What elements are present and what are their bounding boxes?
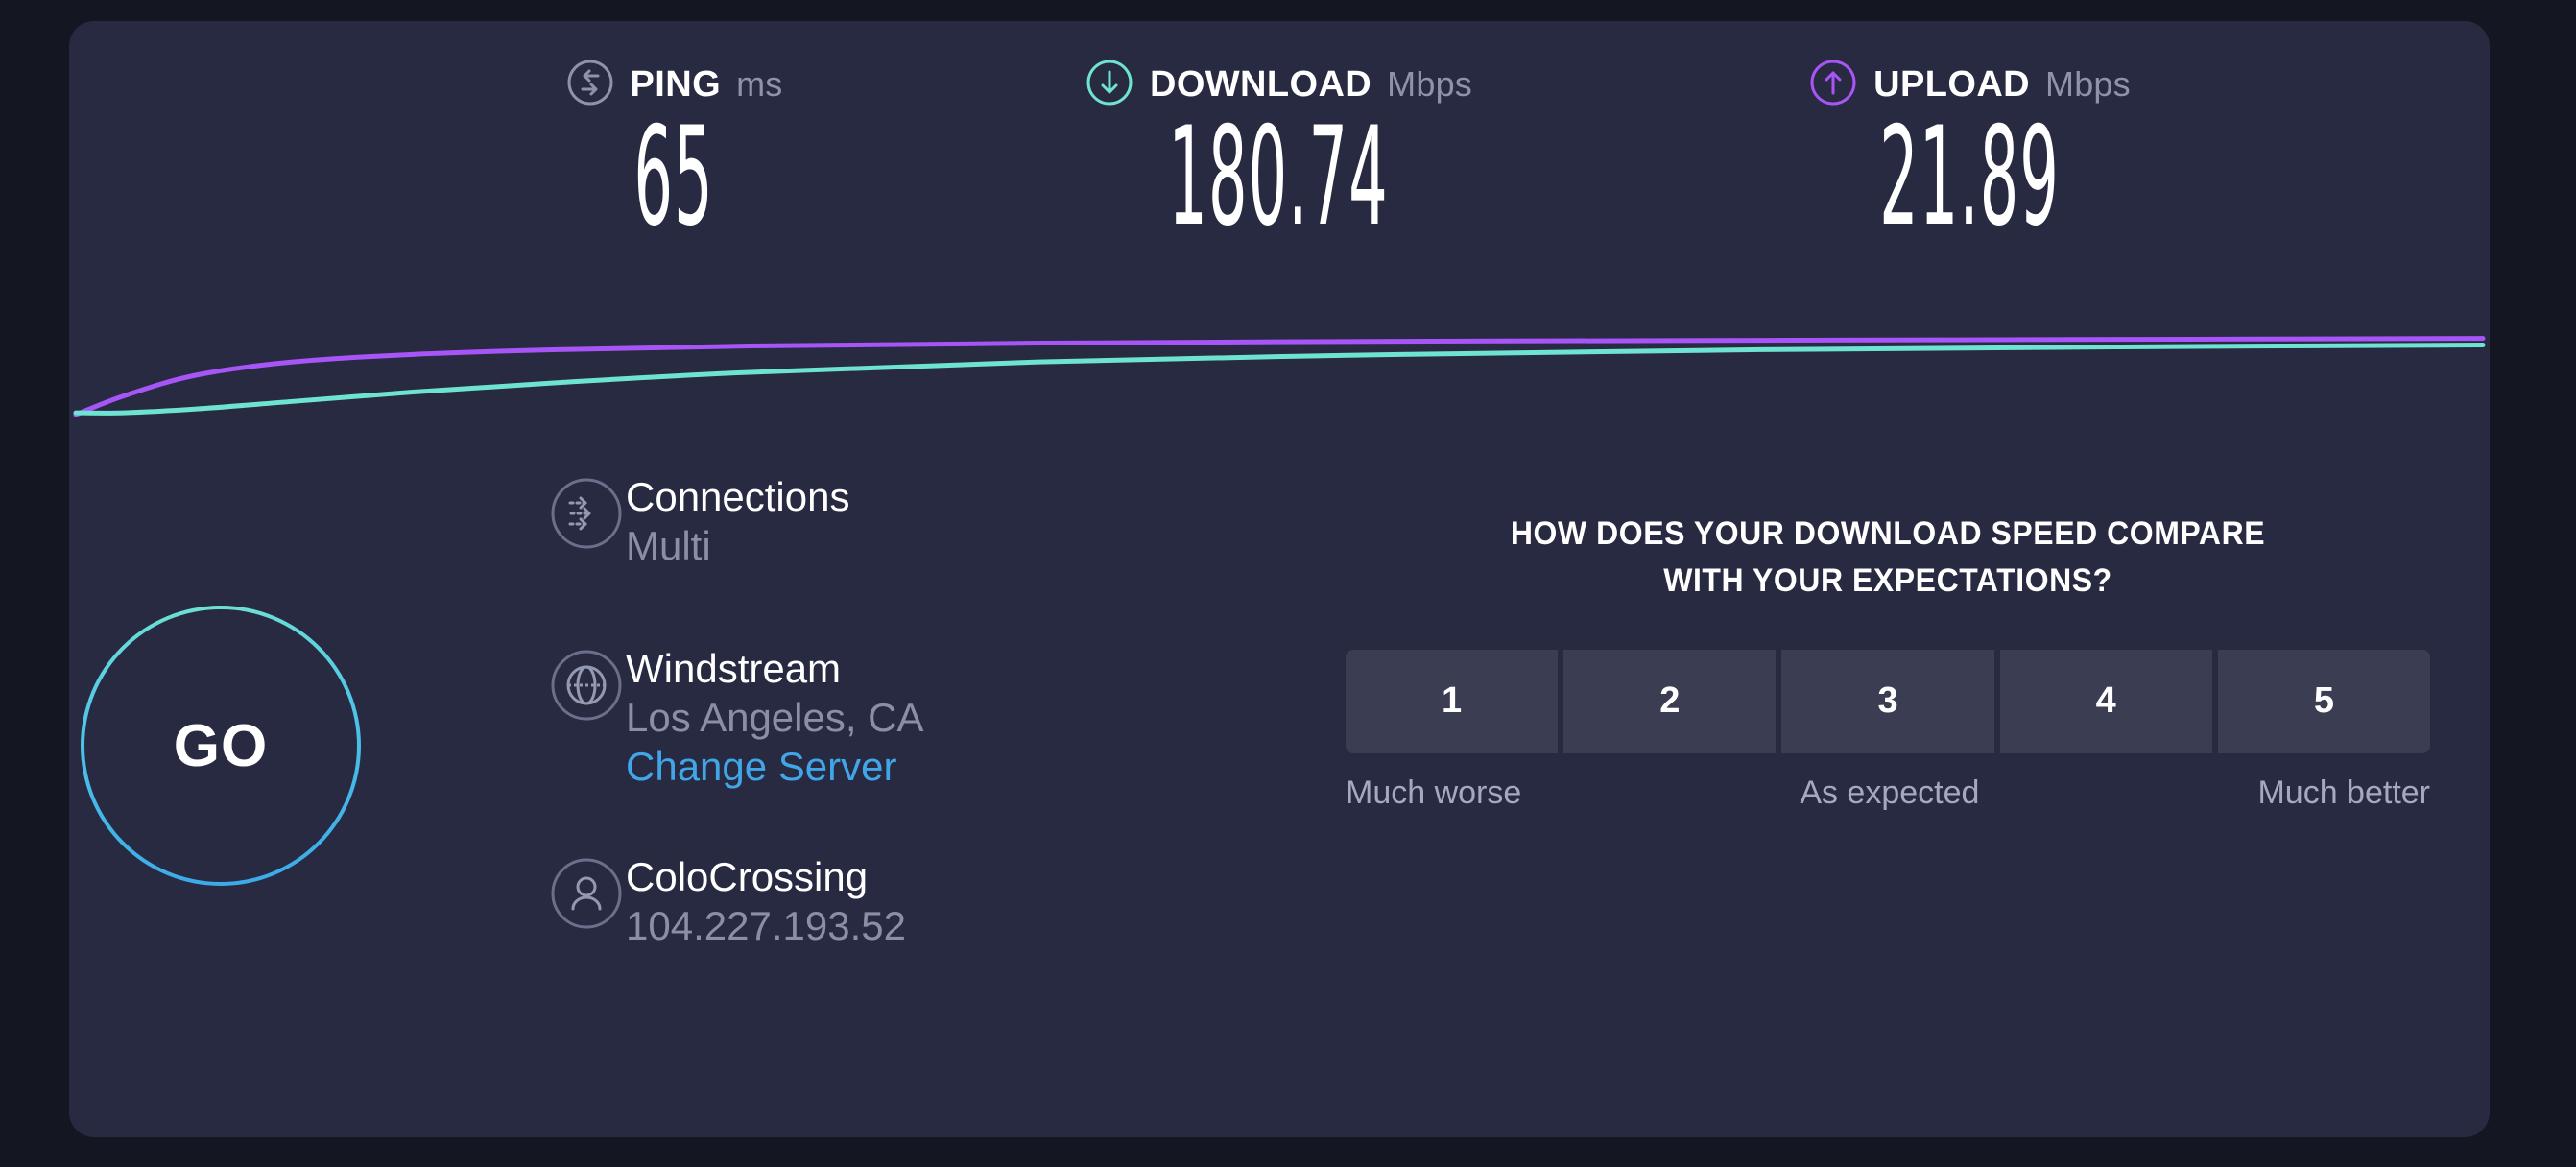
server-location: Los Angeles, CA xyxy=(626,695,924,741)
speedtest-screen: PING ms 65 DOWNLOAD Mbps 180.74 UPLOAD M… xyxy=(0,0,2576,1167)
speedtest-card: PING ms 65 DOWNLOAD Mbps 180.74 UPLOAD M… xyxy=(69,21,2490,1137)
graph-line-upload xyxy=(73,336,2486,417)
connections-arrows-icon xyxy=(547,474,626,553)
connection-info: Connections Multi Windstream Los Angeles… xyxy=(482,443,1154,948)
survey-panel: HOW DOES YOUR DOWNLOAD SPEED COMPARE WIT… xyxy=(1346,511,2431,812)
info-row-server: Windstream Los Angeles, CA Change Server xyxy=(482,644,1154,792)
rating-scale-labels: Much worse As expected Much better xyxy=(1346,774,2430,812)
go-button[interactable]: GO xyxy=(81,606,361,886)
upload-arrow-icon xyxy=(1808,58,1858,112)
metric-download: DOWNLOAD Mbps 180.74 xyxy=(933,58,1624,249)
speed-graph xyxy=(69,309,2490,424)
info-row-connections: Connections Multi xyxy=(482,472,1154,572)
go-button-label: GO xyxy=(173,712,269,779)
rating-button-2[interactable]: 2 xyxy=(1563,649,1777,753)
rating-button-5[interactable]: 5 xyxy=(2217,649,2431,753)
connections-value: Multi xyxy=(626,523,711,569)
survey-title-line2: WITH YOUR EXPECTATIONS? xyxy=(1663,562,2112,600)
connections-label: Connections xyxy=(626,474,850,519)
metric-download-value: 180.74 xyxy=(1168,98,1389,256)
person-icon xyxy=(547,854,626,933)
info-row-client: ColoCrossing 104.227.193.52 xyxy=(482,852,1154,952)
client-name: ColoCrossing xyxy=(626,853,869,899)
client-ip: 104.227.193.52 xyxy=(626,902,906,948)
scale-label-high: Much better xyxy=(2257,774,2430,811)
rating-button-4[interactable]: 4 xyxy=(1999,649,2212,753)
globe-icon xyxy=(547,646,626,725)
results-panel: PING ms 65 DOWNLOAD Mbps 180.74 UPLOAD M… xyxy=(69,21,2490,338)
change-server-link[interactable]: Change Server xyxy=(626,742,1154,791)
scale-label-mid: As expected xyxy=(1800,774,1980,811)
ping-arrows-icon xyxy=(565,58,615,112)
rating-button-1[interactable]: 1 xyxy=(1346,649,1559,753)
metric-download-unit: Mbps xyxy=(1387,64,1472,104)
metric-ping: PING ms 65 xyxy=(472,58,875,249)
download-arrow-icon xyxy=(1085,58,1134,112)
rating-buttons: 1 2 3 4 5 xyxy=(1346,649,2431,753)
rating-button-3[interactable]: 3 xyxy=(1781,649,1994,753)
survey-title: HOW DOES YOUR DOWNLOAD SPEED COMPARE WIT… xyxy=(1378,511,2397,606)
scale-label-low: Much worse xyxy=(1346,774,1522,811)
metric-ping-value: 65 xyxy=(633,98,714,256)
go-button-wrapper: GO xyxy=(77,602,365,890)
survey-title-line1: HOW DOES YOUR DOWNLOAD SPEED COMPARE xyxy=(1510,515,2266,552)
server-name: Windstream xyxy=(626,646,842,691)
metric-upload: UPLOAD Mbps 21.89 xyxy=(1624,58,2315,249)
metric-ping-unit: ms xyxy=(736,64,783,104)
metric-upload-value: 21.89 xyxy=(1879,98,2060,256)
details-panel: GO Connections Multi Windstream Los Ange… xyxy=(69,443,2490,1137)
